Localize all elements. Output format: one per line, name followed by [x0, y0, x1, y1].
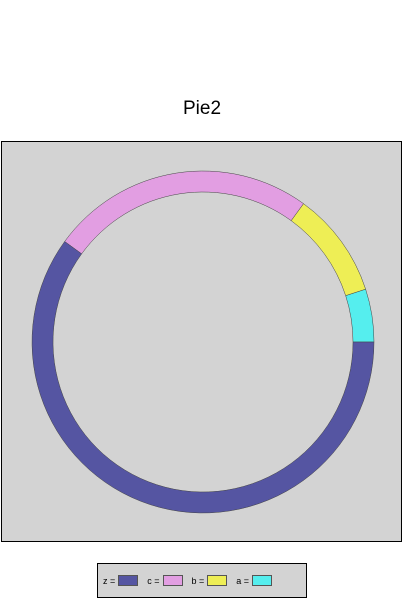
pie-slice-c [64, 170, 304, 255]
legend-swatch-b [207, 575, 228, 586]
pie-slice-z [31, 241, 375, 514]
legend-swatch-a [252, 575, 273, 586]
pie-slice-b [290, 203, 366, 296]
pie-chart [31, 170, 375, 514]
chart-title: Pie2 [182, 98, 222, 119]
legend-label-a: a = [236, 575, 250, 586]
legend-label-b: b = [191, 575, 205, 586]
legend-item-a: a = [236, 575, 273, 586]
legend-swatch-z [118, 575, 139, 586]
legend-label-z: z = [103, 575, 116, 586]
legend-item-c: c = [147, 575, 183, 586]
legend-item-b: b = [192, 575, 228, 586]
plot-area [1, 141, 402, 542]
legend-swatch-c [162, 575, 183, 586]
legend-label-c: c = [147, 575, 160, 586]
pie-slice-a [345, 288, 375, 343]
legend: z = c = b = a = [97, 563, 307, 598]
legend-item-z: z = [103, 575, 139, 586]
